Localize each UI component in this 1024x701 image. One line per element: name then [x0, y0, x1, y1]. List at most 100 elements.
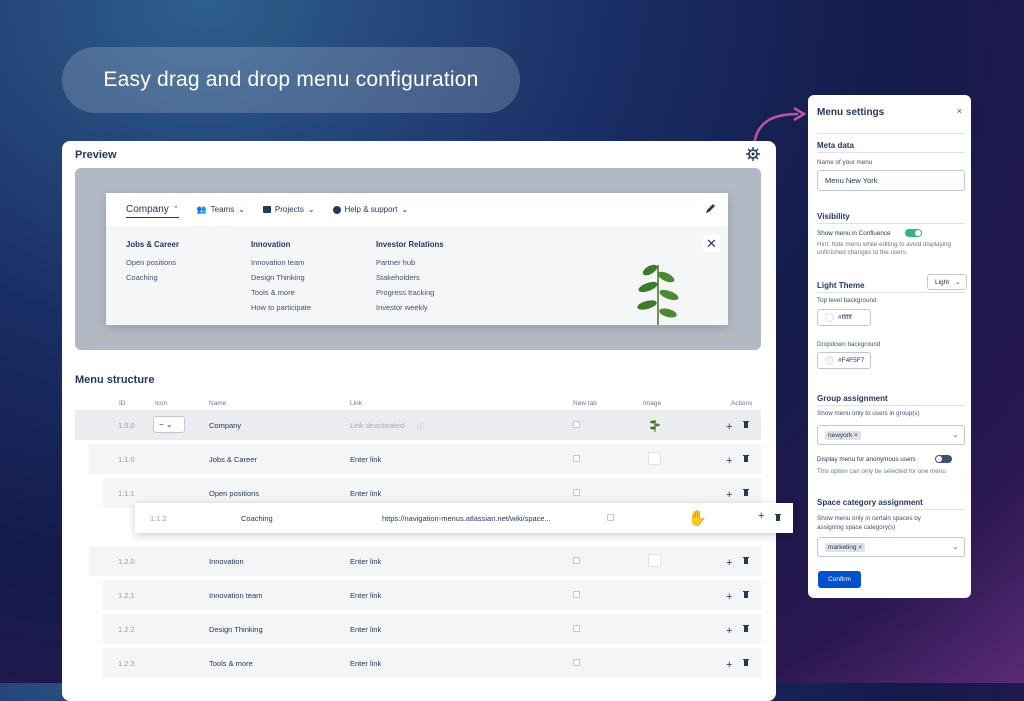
- row-name: Tools & more: [209, 659, 253, 668]
- dropdown-link[interactable]: Investor weekly: [376, 303, 444, 312]
- image-placeholder-icon[interactable]: [648, 554, 661, 567]
- add-icon[interactable]: +: [726, 455, 732, 467]
- icon-select[interactable]: − ⌄: [153, 416, 185, 433]
- dropdown-column: Jobs & Career Open positions Coaching: [126, 240, 179, 288]
- gear-icon[interactable]: [746, 147, 760, 161]
- col-name: Name: [209, 400, 227, 407]
- panel-title: Menu settings: [817, 107, 885, 118]
- chevron-down-icon: ⌄: [307, 205, 315, 214]
- table-row[interactable]: 1.2.0 Innovation Enter link +: [89, 546, 761, 576]
- pencil-icon[interactable]: [705, 203, 716, 214]
- col-actions: Actions: [731, 400, 753, 407]
- image-placeholder-icon[interactable]: [648, 452, 661, 465]
- dropdown-bg-input[interactable]: #F4F5F7: [817, 352, 871, 369]
- add-icon[interactable]: +: [726, 489, 732, 501]
- row-link[interactable]: https://navigation-menus.atlassian.net/w…: [382, 514, 551, 523]
- row-link[interactable]: Enter link: [350, 455, 381, 464]
- dropdown-link[interactable]: Innovation team: [251, 258, 311, 267]
- dd-bg-label: Dropdown background: [817, 341, 881, 348]
- divider: [817, 509, 965, 510]
- row-name: Innovation team: [209, 591, 263, 600]
- row-link[interactable]: Enter link: [350, 625, 381, 634]
- newtab-checkbox[interactable]: [573, 659, 580, 666]
- table-row[interactable]: 1.2.2 Design Thinking Enter link +: [103, 614, 761, 644]
- add-icon[interactable]: +: [758, 510, 764, 522]
- newtab-checkbox[interactable]: [573, 489, 580, 496]
- menu-preview: Company ⌃ 👥 Teams ⌄ Projects ⌄ Help & suppor…: [106, 193, 728, 325]
- add-icon[interactable]: +: [726, 625, 732, 637]
- close-icon[interactable]: ×: [957, 106, 962, 116]
- add-icon[interactable]: +: [726, 659, 732, 671]
- table-row[interactable]: 1.2.3 Tools & more Enter link +: [103, 648, 761, 678]
- newtab-checkbox[interactable]: [573, 557, 580, 564]
- dropdown-link[interactable]: Partner hub: [376, 258, 444, 267]
- newtab-checkbox[interactable]: [573, 421, 580, 428]
- row-link[interactable]: Enter link: [350, 659, 381, 668]
- dropdown-link[interactable]: Open positions: [126, 258, 179, 267]
- trash-icon[interactable]: [743, 454, 749, 462]
- top-bg-input[interactable]: #ffffff: [817, 309, 871, 326]
- dd-bg-value: #F4F5F7: [838, 357, 865, 364]
- add-icon[interactable]: +: [726, 591, 732, 603]
- color-swatch: [825, 356, 834, 365]
- chevron-down-icon: ⌄: [955, 279, 961, 286]
- dropdown-link[interactable]: How to participate: [251, 303, 311, 312]
- trash-icon[interactable]: [775, 513, 781, 521]
- add-icon[interactable]: +: [726, 421, 732, 433]
- table-row[interactable]: 1.2.1 Innovation team Enter link +: [103, 580, 761, 610]
- trash-icon[interactable]: [743, 590, 749, 598]
- divider: [817, 405, 965, 406]
- menu-name-input[interactable]: Menu New York: [817, 170, 965, 191]
- newtab-checkbox[interactable]: [573, 591, 580, 598]
- dropdown-link[interactable]: Stakeholders: [376, 273, 444, 282]
- dropdown-link[interactable]: Coaching: [126, 273, 179, 282]
- space-select[interactable]: marketing × ⌄: [817, 537, 965, 557]
- menu-item-company[interactable]: Company ⌃: [126, 202, 179, 218]
- confirm-button[interactable]: Confirm: [818, 571, 861, 588]
- chip-label: marketing: [828, 543, 857, 551]
- plant-image: [637, 264, 679, 325]
- table-row[interactable]: 1.0.0 − ⌄ Company Link deactivated ⓘ +: [75, 410, 761, 440]
- column-heading: Innovation: [251, 240, 291, 249]
- trash-icon[interactable]: [743, 556, 749, 564]
- row-link[interactable]: Enter link: [350, 489, 381, 498]
- newtab-checkbox[interactable]: [573, 455, 580, 462]
- row-name: Open positions: [209, 489, 260, 498]
- row-name: Company: [209, 421, 242, 430]
- anon-label: Display menu for anonymous users: [817, 456, 916, 463]
- menu-item-teams[interactable]: 👥 Teams ⌄: [197, 205, 245, 214]
- dropdown-column: Innovation Innovation team Design Thinki…: [251, 240, 311, 318]
- dragging-row[interactable]: 1.1.2 Coaching https://navigation-menus.…: [135, 503, 793, 533]
- row-link[interactable]: Enter link: [350, 591, 381, 600]
- row-link[interactable]: Enter link: [350, 557, 381, 566]
- menu-structure-title: Menu structure: [75, 374, 155, 386]
- chevron-down-icon: ⌄: [165, 420, 173, 429]
- close-icon[interactable]: ✕: [703, 235, 720, 252]
- group-select[interactable]: newyork × ⌄: [817, 425, 965, 445]
- dropdown-link[interactable]: Progress tracking: [376, 288, 444, 297]
- row-id: 1.2.3: [118, 659, 135, 668]
- trash-icon[interactable]: [743, 420, 749, 428]
- visibility-heading: Visibility: [817, 212, 850, 221]
- add-icon[interactable]: +: [726, 557, 732, 569]
- newtab-checkbox[interactable]: [607, 514, 614, 521]
- group-chip[interactable]: newyork ×: [825, 430, 861, 440]
- trash-icon[interactable]: [743, 488, 749, 496]
- anonymous-toggle[interactable]: [935, 455, 952, 463]
- show-menu-toggle[interactable]: [905, 229, 922, 237]
- menu-item-projects[interactable]: Projects ⌄: [262, 205, 315, 214]
- newtab-checkbox[interactable]: [573, 625, 580, 632]
- dropdown-link[interactable]: Design Thinking: [251, 273, 311, 282]
- column-heading: Jobs & Career: [126, 240, 179, 249]
- trash-icon[interactable]: [743, 658, 749, 666]
- theme-select[interactable]: Light ⌄: [927, 274, 967, 290]
- chevron-down-icon: ⌄: [401, 205, 409, 214]
- space-chip[interactable]: marketing ×: [825, 542, 866, 552]
- chat-icon: [332, 205, 341, 214]
- table-row[interactable]: 1.1.0 Jobs & Career Enter link +: [89, 444, 761, 474]
- menu-item-help[interactable]: Help & support ⌄: [332, 205, 409, 214]
- dropdown-column: Investor Relations Partner hub Stakehold…: [376, 240, 444, 318]
- trash-icon[interactable]: [743, 624, 749, 632]
- dropdown-link[interactable]: Tools & more: [251, 288, 311, 297]
- chip-label: newyork: [828, 431, 853, 439]
